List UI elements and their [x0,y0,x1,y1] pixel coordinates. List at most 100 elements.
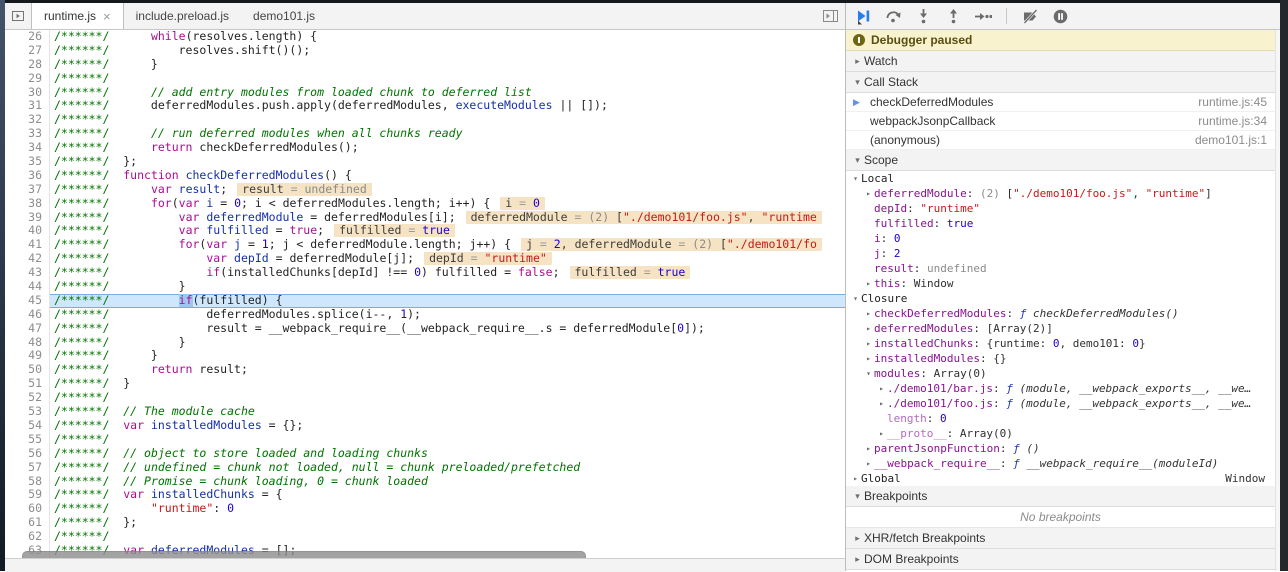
pause-on-exceptions-button[interactable] [1051,7,1069,25]
chevron-right-icon[interactable]: ▸ [863,456,874,471]
line-number[interactable]: 53 [5,404,50,419]
chevron-right-icon[interactable]: ▸ [863,351,874,366]
scope-row[interactable]: result: undefined [846,261,1275,276]
line-number[interactable]: 44 [5,279,50,294]
line-number[interactable]: 38 [5,196,50,211]
section-header-xhr-breakpoints[interactable]: ▸ XHR/fetch Breakpoints [846,528,1275,549]
scope-row[interactable]: ▸ ./demo101/bar.js: ƒ (module, __webpack_… [846,381,1275,396]
section-header-breakpoints[interactable]: ▾ Breakpoints [846,486,1275,507]
scope-row[interactable]: length: 0 [846,411,1275,426]
chevron-down-icon[interactable]: ▾ [850,171,861,186]
line-number[interactable]: 27 [5,43,50,58]
line-number[interactable]: 34 [5,140,50,156]
chevron-right-icon[interactable]: ▸ [876,381,887,396]
line-number[interactable]: 49 [5,349,50,364]
scope-row[interactable]: i: 0 [846,231,1275,246]
close-tab-icon[interactable]: × [103,10,111,23]
chevron-right-icon[interactable]: ▸ [863,321,874,336]
line-number[interactable]: 46 [5,307,50,322]
line-number[interactable]: 55 [5,432,50,447]
code-token: function [123,168,179,182]
tab-demo101.js[interactable]: demo101.js [241,3,327,29]
line-number[interactable]: 56 [5,446,50,461]
show-drawer-button[interactable] [815,3,845,29]
line-number[interactable]: 39 [5,210,50,225]
line-number[interactable]: 30 [5,85,50,100]
step-into-button[interactable] [914,7,932,25]
line-number[interactable]: 35 [5,154,50,169]
line-number[interactable]: 51 [5,376,50,392]
chevron-right-icon[interactable]: ▸ [876,426,887,441]
line-number[interactable]: 57 [5,460,50,475]
scope-row[interactable]: ▾ Closure [846,291,1275,306]
step-over-button[interactable] [884,7,902,25]
line-number[interactable]: 36 [5,168,50,183]
section-header-watch[interactable]: ▸ Watch [846,51,1275,72]
scope-row[interactable]: ▾ Local [846,171,1275,186]
scope-row[interactable]: ▸ checkDeferredModules: ƒ checkDeferredMo… [846,306,1275,321]
line-number[interactable]: 45 [5,293,50,308]
line-number[interactable]: 26 [5,30,50,44]
scope-row[interactable]: ▾ modules: Array(0) [846,366,1275,381]
scope-row[interactable]: ▸ installedModules: {} [846,351,1275,366]
line-number[interactable]: 32 [5,112,50,128]
section-header-scope[interactable]: ▾ Scope [846,150,1275,171]
line-number[interactable]: 52 [5,390,50,406]
show-navigator-button[interactable] [5,3,31,29]
line-number[interactable]: 41 [5,237,50,253]
scope-row[interactable]: ▸ parentJsonpFunction: ƒ () [846,441,1275,456]
deactivate-breakpoints-button[interactable] [1021,7,1039,25]
horizontal-scrollbar[interactable] [22,551,586,558]
tab-runtime.js[interactable]: runtime.js × [31,3,124,29]
scope-row[interactable]: ▸ deferredModules: [Array(2)] [846,321,1275,336]
call-stack-frame[interactable]: (anonymous) demo101.js:1 [846,131,1275,150]
line-number[interactable]: 50 [5,362,50,378]
scope-row[interactable]: ▸ deferredModule: (2) ["./demo101/foo.js"… [846,186,1275,201]
chevron-right-icon[interactable]: ▸ [850,471,861,486]
line-number[interactable]: 60 [5,501,50,517]
scope-row[interactable]: depId: "runtime" [846,201,1275,216]
resume-script-button[interactable] [854,7,872,25]
line-number[interactable]: 40 [5,224,50,239]
line-number[interactable]: 28 [5,57,50,72]
scope-row[interactable]: ▸ installedChunks: {runtime: 0, demo101: … [846,336,1275,351]
chevron-right-icon[interactable]: ▸ [863,276,874,291]
chevron-right-icon[interactable]: ▸ [863,186,874,201]
line-number[interactable]: 33 [5,126,50,142]
chevron-down-icon[interactable]: ▾ [850,291,861,306]
chevron-right-icon[interactable]: ▸ [863,306,874,321]
section-header-dom-breakpoints[interactable]: ▸ DOM Breakpoints [846,549,1275,570]
step-button[interactable] [974,7,992,25]
step-out-button[interactable] [944,7,962,25]
line-number[interactable]: 37 [5,182,50,197]
scope-row[interactable]: ▸ __webpack_require__: ƒ __webpack_requir… [846,456,1275,471]
line-number[interactable]: 29 [5,71,50,86]
chevron-right-icon[interactable]: ▸ [863,441,874,456]
panel-divider[interactable] [845,3,846,571]
line-number[interactable]: 42 [5,251,50,267]
chevron-right-icon: ▸ [855,553,860,564]
tab-include.preload.js[interactable]: include.preload.js [124,3,241,29]
scope-row[interactable]: ▸ ./demo101/foo.js: ƒ (module, __webpack_… [846,396,1275,411]
scope-row[interactable]: ▸ __proto__: Array(0) [846,426,1275,441]
line-number[interactable]: 61 [5,515,50,531]
scope-row[interactable]: fulfilled: true [846,216,1275,231]
badge-token: (2) [692,238,720,252]
line-number[interactable]: 54 [5,418,50,433]
line-number[interactable]: 59 [5,487,50,503]
chevron-down-icon[interactable]: ▾ [863,366,874,381]
line-number[interactable]: 31 [5,99,50,114]
scope-row[interactable]: j: 2 [846,246,1275,261]
call-stack-frame[interactable]: ▶ checkDeferredModules runtime.js:45 [846,93,1275,112]
line-number[interactable]: 47 [5,321,50,336]
chevron-right-icon[interactable]: ▸ [876,396,887,411]
line-number[interactable]: 58 [5,474,50,489]
call-stack-frame[interactable]: webpackJsonpCallback runtime.js:34 [846,112,1275,131]
line-number[interactable]: 48 [5,335,50,350]
section-header-call-stack[interactable]: ▾ Call Stack [846,72,1275,93]
line-number[interactable]: 43 [5,265,50,281]
line-number[interactable]: 62 [5,529,50,544]
scope-row[interactable]: ▸ Global Window [846,471,1275,486]
scope-row[interactable]: ▸ this: Window [846,276,1275,291]
chevron-right-icon[interactable]: ▸ [863,336,874,351]
